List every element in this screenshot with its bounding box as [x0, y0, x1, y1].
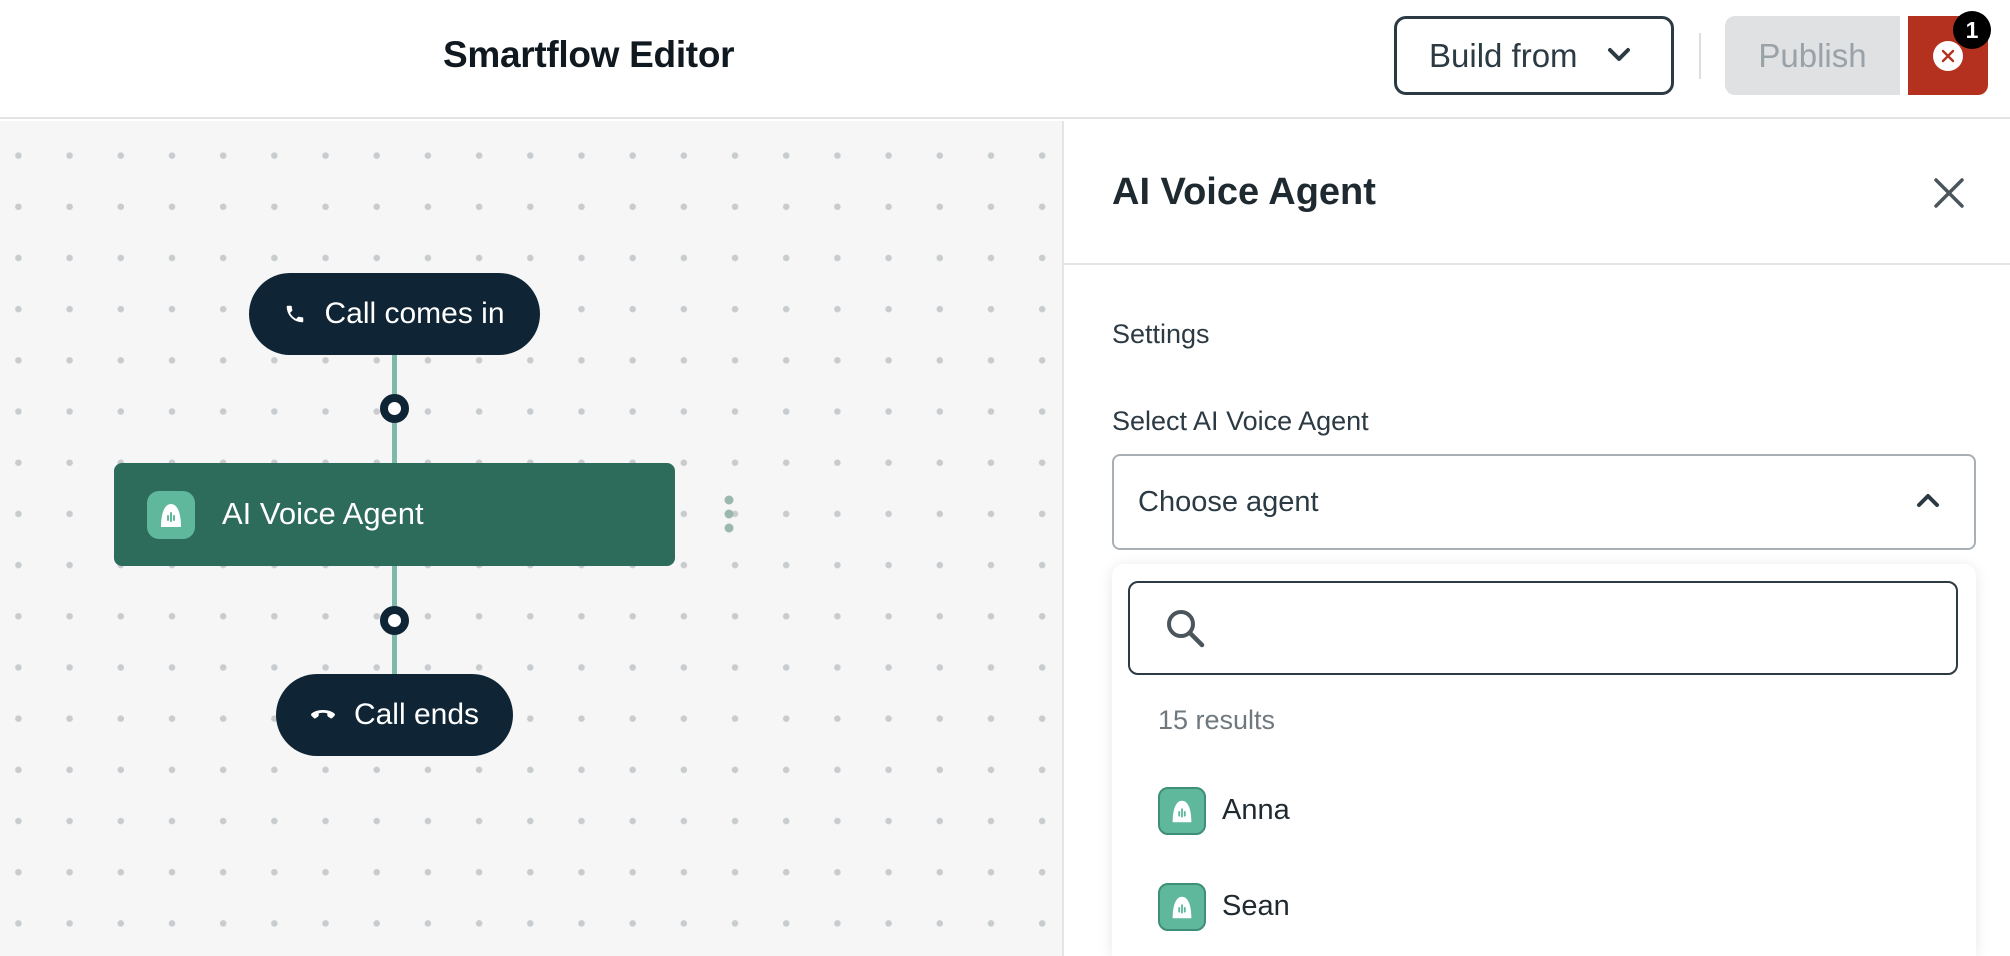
agent-dropdown-list: 15 results Anna Sean — [1112, 564, 1976, 956]
agent-search-input[interactable] — [1226, 597, 1936, 659]
chevron-down-icon — [1608, 48, 1630, 61]
close-icon[interactable] — [1929, 173, 1969, 213]
node-settings-panel: AI Voice Agent Settings Select AI Voice … — [1062, 121, 2010, 956]
top-bar: Smartflow Editor Build from Publish 1 — [0, 0, 2010, 119]
agent-select-placeholder: Choose agent — [1138, 485, 1319, 518]
select-agent-label: Select AI Voice Agent — [1112, 406, 1369, 436]
agent-option-name: Sean — [1222, 890, 1290, 922]
page-title: Smartflow Editor — [443, 34, 735, 75]
hang-up-icon — [311, 710, 335, 719]
call-ends-node[interactable]: Call ends — [276, 674, 513, 756]
build-from-label: Build from — [1429, 36, 1578, 74]
node-label: AI Voice Agent — [222, 496, 424, 531]
error-count-badge: 1 — [1953, 11, 1991, 49]
connection-point[interactable] — [380, 394, 409, 423]
ai-agent-icon — [1158, 883, 1206, 931]
ai-agent-icon — [1158, 787, 1206, 835]
node-label: Call comes in — [324, 297, 505, 330]
ai-voice-agent-node[interactable]: AI Voice Agent — [114, 463, 734, 566]
panel-header: AI Voice Agent — [1064, 121, 2010, 265]
agent-option-name: Anna — [1222, 794, 1290, 826]
agent-select[interactable]: Choose agent — [1112, 454, 1976, 550]
publish-button[interactable]: Publish — [1725, 16, 1900, 95]
results-count: 15 results — [1158, 705, 1276, 735]
call-comes-in-node[interactable]: Call comes in — [249, 273, 540, 355]
node-label: Call ends — [353, 698, 480, 731]
build-from-dropdown[interactable]: Build from — [1394, 16, 1674, 95]
agent-option-anna[interactable]: Anna — [1128, 771, 1958, 851]
agent-option-sean[interactable]: Sean — [1128, 867, 1958, 947]
ai-agent-icon — [147, 491, 195, 539]
error-icon — [1933, 40, 1963, 71]
agent-search-field[interactable] — [1128, 581, 1958, 675]
header-divider — [1699, 33, 1701, 79]
phone-icon — [287, 305, 304, 323]
search-icon — [1167, 610, 1205, 648]
settings-heading: Settings — [1112, 319, 1210, 349]
more-options-icon[interactable] — [722, 493, 736, 535]
connection-point[interactable] — [380, 606, 409, 635]
chevron-up-icon — [1917, 494, 1939, 507]
panel-title: AI Voice Agent — [1112, 171, 1376, 213]
